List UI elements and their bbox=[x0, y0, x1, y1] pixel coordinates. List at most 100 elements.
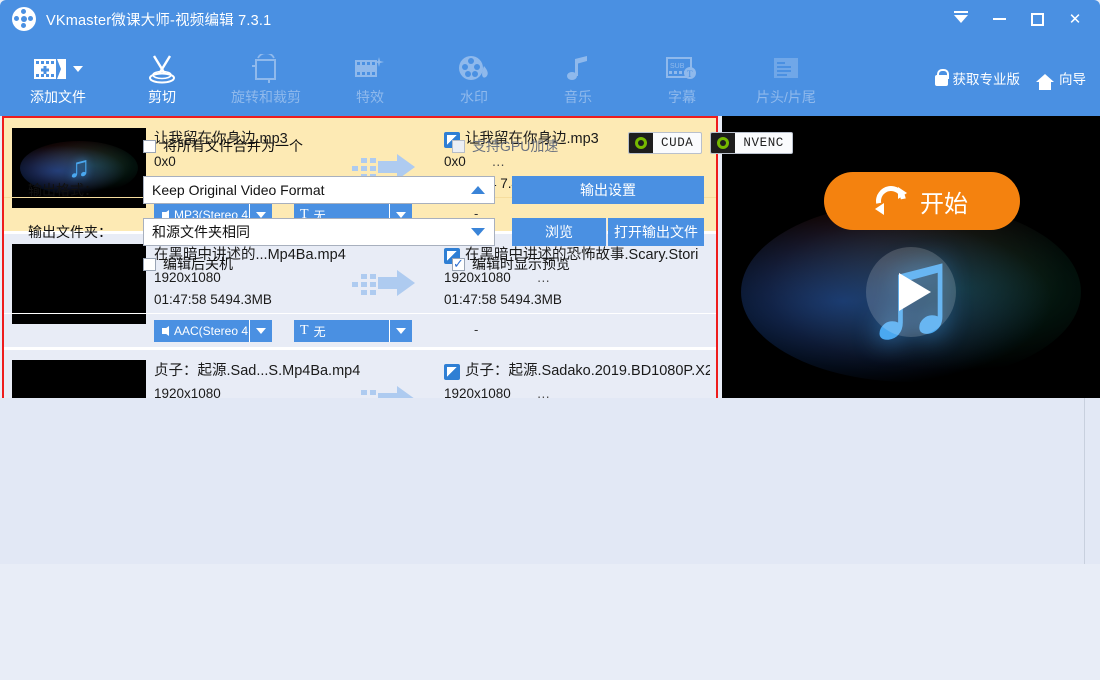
output-format-value: Keep Original Video Format bbox=[152, 182, 325, 198]
rotate-crop-icon bbox=[250, 51, 282, 87]
play-overlay-icon[interactable] bbox=[866, 247, 956, 337]
audio-track-value: AAC(Stereo 4 bbox=[174, 324, 249, 338]
toolbar-item-subtitle[interactable]: SUB T 字幕 bbox=[630, 38, 734, 116]
table-row[interactable]: ♫ 让我留在你身边.mp3 0x0 00:03:04 7.4MB 让我留在你身边… bbox=[4, 118, 716, 232]
toolbar-item-watermark[interactable]: 水印 bbox=[422, 38, 526, 116]
subtitle-icon: SUB T bbox=[665, 51, 699, 87]
table-row[interactable]: 在黑暗中讲述的...Mp4Ba.mp4 1920x1080 01:47:58 5… bbox=[4, 234, 716, 348]
volume-icon bbox=[162, 326, 169, 336]
output-file-name: 贞子：起源.Sadako.2019.BD1080P.X26 bbox=[465, 363, 710, 379]
chevron-down-icon[interactable] bbox=[250, 320, 272, 342]
window-controls: ✕ bbox=[944, 0, 1092, 38]
output-resolution: 0x0 bbox=[444, 154, 466, 170]
output-more-ellipsis[interactable]: … bbox=[492, 154, 507, 169]
menu-dropdown-icon[interactable] bbox=[944, 4, 978, 34]
thumbnail bbox=[12, 244, 146, 324]
nvidia-icon bbox=[629, 133, 653, 153]
effects-icon bbox=[353, 51, 387, 87]
toolbar-label: 水印 bbox=[460, 88, 488, 105]
svg-text:SUB: SUB bbox=[670, 63, 685, 70]
subtitle-track-value: 无 bbox=[313, 324, 326, 339]
row-extra-value: - bbox=[474, 322, 479, 337]
gpu-acceleration-label: 支持GPU加速 bbox=[472, 138, 559, 154]
gpu-acceleration-checkbox[interactable]: 支持GPU加速 bbox=[452, 136, 558, 156]
cuda-badge: CUDA bbox=[628, 132, 703, 154]
chevron-down-icon[interactable] bbox=[471, 228, 485, 236]
source-file-name: 贞子：起源.Sad...S.Mp4Ba.mp4 bbox=[154, 363, 361, 379]
svg-text:T: T bbox=[687, 69, 693, 79]
maximize-icon[interactable] bbox=[1020, 4, 1054, 34]
home-icon bbox=[1036, 74, 1054, 90]
chevron-up-icon[interactable] bbox=[471, 186, 485, 194]
chevron-down-icon[interactable] bbox=[390, 320, 412, 342]
toolbar-label: 旋转和裁剪 bbox=[231, 88, 301, 105]
gpu-badges: CUDA NVENC bbox=[628, 132, 793, 154]
toolbar-label: 片头/片尾 bbox=[756, 88, 816, 105]
output-settings-button[interactable]: 输出设置 bbox=[512, 176, 704, 204]
page-title: VKmaster微课大师-视频编辑 7.3.1 bbox=[46, 12, 272, 29]
toolbar-item-cut[interactable]: 剪切 bbox=[110, 38, 214, 116]
settings-panel bbox=[0, 398, 1100, 564]
film-reel-icon bbox=[12, 7, 36, 31]
minimize-icon[interactable] bbox=[982, 4, 1016, 34]
output-folder-value: 和源文件夹相同 bbox=[152, 224, 250, 240]
edit-pencil-icon[interactable] bbox=[444, 363, 460, 380]
toolbar-label: 特效 bbox=[356, 88, 384, 105]
main-toolbar: 添加文件 剪切 旋转和裁剪 特效 水印 音乐 SUB T 字幕 片头/片尾 获取… bbox=[0, 38, 1100, 116]
get-pro-label: 获取专业版 bbox=[952, 72, 1021, 87]
merge-files-checkbox[interactable]: 将所有文件合并为一个 bbox=[143, 136, 303, 156]
toolbar-label: 剪切 bbox=[148, 88, 176, 105]
start-button-label: 开始 bbox=[920, 190, 968, 218]
toolbar-item-rotate-crop[interactable]: 旋转和裁剪 bbox=[214, 38, 318, 116]
toolbar-label: 添加文件 bbox=[30, 88, 86, 105]
start-button[interactable]: 开始 bbox=[824, 172, 1020, 230]
shutdown-after-checkbox[interactable]: 编辑后关机 bbox=[143, 254, 233, 274]
scissors-icon bbox=[145, 51, 179, 87]
show-preview-checkbox[interactable]: 编辑时显示预览 bbox=[452, 254, 570, 274]
output-format-select[interactable]: Keep Original Video Format bbox=[143, 176, 495, 204]
toolbar-item-intro-outro[interactable]: 片头/片尾 bbox=[734, 38, 838, 116]
toolbar-item-music[interactable]: 音乐 bbox=[526, 38, 630, 116]
show-preview-label: 编辑时显示预览 bbox=[472, 256, 570, 272]
checkbox-box[interactable] bbox=[452, 256, 465, 272]
browse-button[interactable]: 浏览 bbox=[512, 218, 607, 246]
chevron-down-icon[interactable] bbox=[73, 65, 83, 72]
output-duration-size: 01:47:58 5494.3MB bbox=[444, 292, 562, 308]
checkbox-box[interactable] bbox=[452, 139, 465, 153]
output-folder-select[interactable]: 和源文件夹相同 bbox=[143, 218, 495, 246]
application-window: VKmaster微课大师-视频编辑 7.3.1 ✕ 添加文件 剪切 旋转和裁剪 … bbox=[0, 0, 1100, 680]
subtitle-track-select[interactable]: T 无 bbox=[294, 320, 412, 342]
music-note-icon: ♫ bbox=[67, 151, 91, 184]
checkbox-box[interactable] bbox=[143, 139, 156, 153]
output-format-label: 输出格式： bbox=[28, 182, 98, 198]
output-folder-label: 输出文件夹： bbox=[28, 224, 112, 240]
toolbar-item-effects[interactable]: 特效 bbox=[318, 38, 422, 116]
row-controls: AAC(Stereo 4 T 无 - bbox=[4, 313, 716, 347]
panel-divider bbox=[1084, 398, 1085, 564]
refresh-icon bbox=[870, 180, 912, 222]
source-duration-size: 01:47:58 5494.3MB bbox=[154, 292, 272, 308]
add-file-icon bbox=[33, 51, 83, 87]
audio-track-select[interactable]: AAC(Stereo 4 bbox=[154, 320, 272, 342]
close-icon[interactable]: ✕ bbox=[1058, 4, 1092, 34]
lock-icon bbox=[934, 68, 949, 86]
toolbar-item-add-file[interactable]: 添加文件 bbox=[6, 38, 110, 116]
intro-outro-icon bbox=[771, 51, 801, 87]
merge-files-label: 将所有文件合并为一个 bbox=[163, 138, 303, 154]
music-note-icon bbox=[563, 51, 593, 87]
nvenc-badge: NVENC bbox=[710, 132, 793, 154]
cuda-label: CUDA bbox=[661, 136, 694, 150]
checkbox-box[interactable] bbox=[143, 257, 156, 271]
wizard-button[interactable]: 向导 bbox=[1036, 68, 1086, 90]
watermark-icon bbox=[457, 51, 491, 87]
toolbar-right-actions: 获取专业版 向导 bbox=[934, 68, 1086, 90]
shutdown-after-label: 编辑后关机 bbox=[163, 256, 233, 272]
convert-arrow-icon bbox=[352, 268, 418, 298]
open-output-folder-button[interactable]: 打开输出文件 bbox=[608, 218, 704, 246]
get-pro-button[interactable]: 获取专业版 bbox=[934, 68, 1021, 88]
nvenc-label: NVENC bbox=[743, 136, 784, 150]
nvidia-icon bbox=[711, 133, 736, 153]
text-icon: T bbox=[300, 323, 309, 338]
title-bar: VKmaster微课大师-视频编辑 7.3.1 ✕ bbox=[0, 0, 1100, 38]
wizard-label: 向导 bbox=[1059, 72, 1086, 87]
